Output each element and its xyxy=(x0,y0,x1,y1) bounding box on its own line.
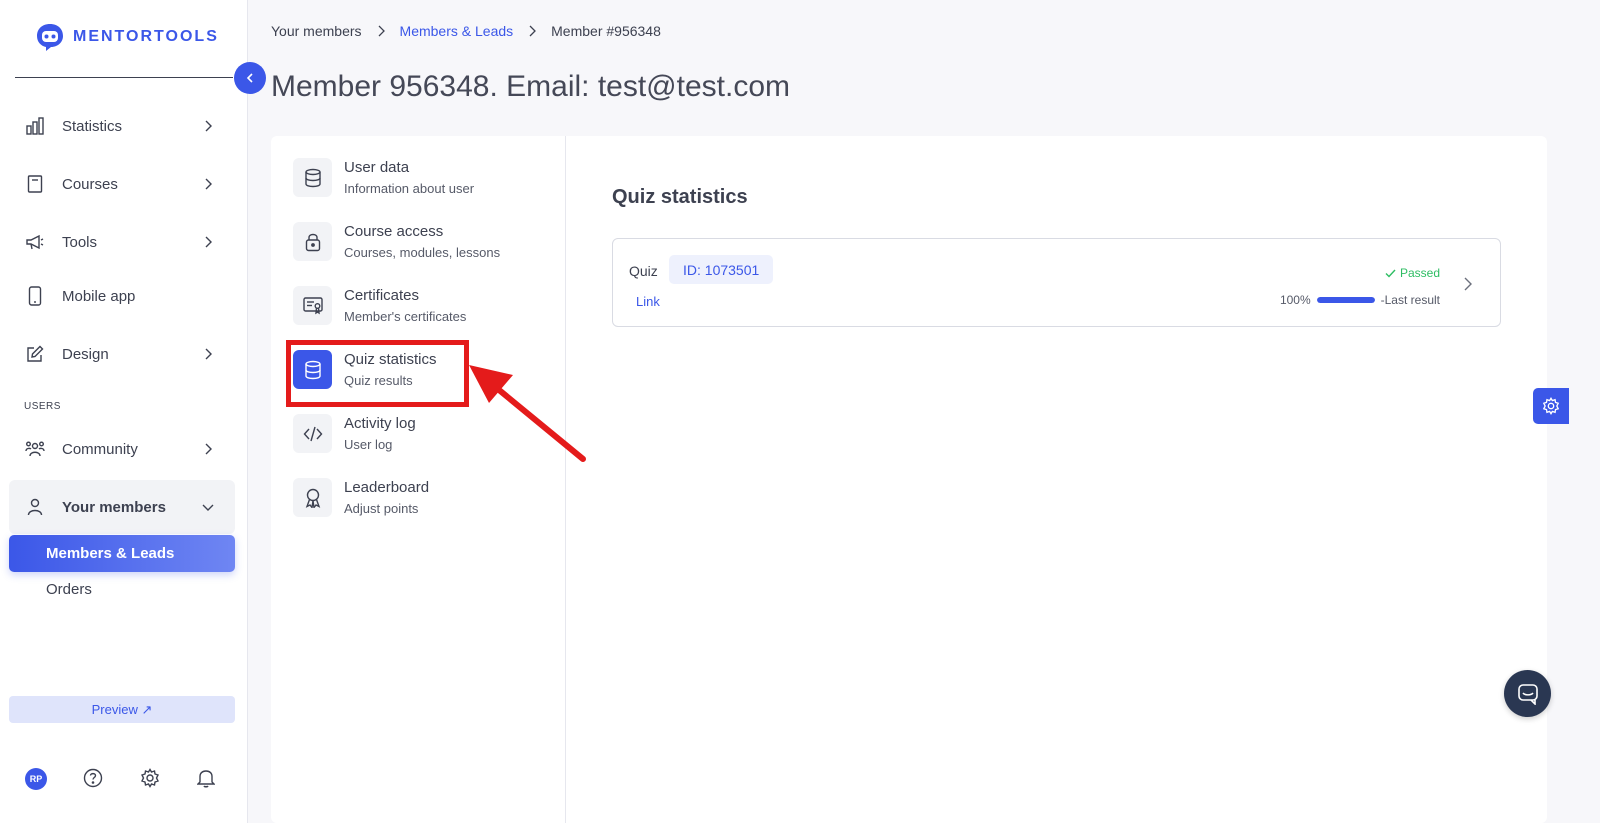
chevron-right-icon xyxy=(205,443,212,455)
chevron-right-icon xyxy=(529,25,537,37)
brand-name: MENTORTOOLS xyxy=(73,28,219,45)
tab-subtitle: Courses, modules, lessons xyxy=(344,245,501,260)
chevron-right-icon xyxy=(205,178,212,190)
sidebar-item-label: Statistics xyxy=(62,117,123,135)
tab-title: Course access xyxy=(344,223,444,240)
card-divider xyxy=(565,136,566,823)
chevron-down-icon xyxy=(202,504,214,511)
gear-icon xyxy=(1542,397,1560,415)
chat-launcher-button[interactable] xyxy=(1504,670,1551,717)
chevron-right-icon xyxy=(205,236,212,248)
bell-icon[interactable] xyxy=(197,768,215,788)
gear-icon[interactable] xyxy=(140,768,160,788)
tab-activity-log[interactable]: Activity log User log xyxy=(293,414,553,464)
sidebar-item-label: Your members xyxy=(62,498,166,516)
tab-subtitle: User log xyxy=(344,437,393,452)
sidebar-item-your-members[interactable]: Your members xyxy=(9,480,235,534)
breadcrumb-members-leads[interactable]: Members & Leads xyxy=(400,23,514,39)
collapse-sidebar-button[interactable] xyxy=(234,62,266,94)
sidebar-item-community[interactable]: Community xyxy=(9,424,235,474)
tab-title: Certificates xyxy=(344,287,420,304)
chevron-right-icon xyxy=(1464,277,1472,291)
user-icon xyxy=(25,497,45,517)
tab-subtitle: Quiz results xyxy=(344,373,413,388)
progress-fill xyxy=(1316,297,1375,303)
certificate-icon xyxy=(293,286,332,325)
quiz-result-row[interactable]: Quiz ID: 1073501 Link Passed 100% -Last … xyxy=(612,238,1501,327)
sidebar-subitem-members-leads[interactable]: Members & Leads xyxy=(9,535,235,572)
sidebar: MENTORTOOLS Statistics Courses Tools Mob… xyxy=(0,0,248,823)
sidebar-subitem-orders[interactable]: Orders xyxy=(9,571,235,608)
tab-title: Leaderboard xyxy=(344,479,430,496)
community-icon xyxy=(25,439,45,459)
sidebar-item-label: Design xyxy=(62,345,109,363)
sidebar-item-design[interactable]: Design xyxy=(9,329,235,379)
help-icon[interactable] xyxy=(83,768,103,788)
section-label-users: USERS xyxy=(24,401,61,412)
quiz-link[interactable]: Link xyxy=(636,294,660,309)
robot-logo-icon xyxy=(37,24,63,51)
chevron-right-icon xyxy=(378,25,385,37)
progress-bar xyxy=(1316,297,1375,303)
sidebar-item-statistics[interactable]: Statistics xyxy=(9,101,235,151)
preview-button[interactable]: Preview ↗ xyxy=(9,696,235,723)
tab-user-data[interactable]: User data Information about user xyxy=(293,158,553,208)
book-icon xyxy=(25,174,45,194)
progress-percent: 100% xyxy=(1279,293,1311,307)
sidebar-item-label: Community xyxy=(62,440,138,458)
megaphone-icon xyxy=(25,232,45,252)
brand-logo[interactable]: MENTORTOOLS xyxy=(35,22,219,52)
tab-title: User data xyxy=(344,159,410,176)
chat-icon xyxy=(1517,683,1538,705)
breadcrumb-current: Member #956348 xyxy=(551,23,661,39)
sidebar-item-mobile-app[interactable]: Mobile app xyxy=(9,271,235,321)
tab-subtitle: Member's certificates xyxy=(344,309,467,324)
chevron-right-icon xyxy=(205,348,212,360)
tab-certificates[interactable]: Certificates Member's certificates xyxy=(293,286,553,336)
sidebar-item-label: Tools xyxy=(62,233,98,251)
sidebar-divider xyxy=(15,77,233,78)
breadcrumb-your-members[interactable]: Your members xyxy=(271,23,362,39)
sidebar-item-tools[interactable]: Tools xyxy=(9,217,235,267)
database-icon xyxy=(293,350,332,389)
database-icon xyxy=(293,158,332,197)
sidebar-item-courses[interactable]: Courses xyxy=(9,159,235,209)
tab-subtitle: Adjust points xyxy=(344,501,419,516)
tab-course-access[interactable]: Course access Courses, modules, lessons xyxy=(293,222,553,272)
pencil-icon xyxy=(25,344,45,364)
sidebar-item-label: Courses xyxy=(62,175,118,193)
quiz-progress: 100% -Last result xyxy=(1280,293,1440,307)
result-label: -Last result xyxy=(1380,293,1440,307)
avatar[interactable]: RP xyxy=(25,768,47,790)
quiz-id-badge: ID: 1073501 xyxy=(669,255,774,284)
breadcrumb: Your members Members & Leads Member #956… xyxy=(271,23,661,39)
quiz-section-title: Quiz statistics xyxy=(612,186,748,208)
status-badge: Passed xyxy=(1385,266,1440,280)
chevron-right-icon xyxy=(205,120,212,132)
page-title: Member 956348. Email: test@test.com xyxy=(271,70,790,103)
tab-subtitle: Information about user xyxy=(344,181,475,196)
bar-chart-icon xyxy=(25,116,45,136)
tab-title: Quiz statistics xyxy=(344,351,437,368)
member-card: User data Information about user Course … xyxy=(271,136,1547,823)
sidebar-item-label: Mobile app xyxy=(62,287,136,305)
settings-tab-button[interactable] xyxy=(1533,388,1569,424)
sidebar-footer: RP xyxy=(25,768,225,790)
check-icon xyxy=(1385,269,1396,278)
tab-quiz-statistics[interactable]: Quiz statistics Quiz results xyxy=(293,350,553,400)
tab-title: Activity log xyxy=(344,415,416,432)
award-icon xyxy=(293,478,332,517)
tab-leaderboard[interactable]: Leaderboard Adjust points xyxy=(293,478,553,528)
lock-icon xyxy=(293,222,332,261)
chevron-left-icon xyxy=(246,73,253,83)
status-text: Passed xyxy=(1399,266,1440,280)
code-icon xyxy=(293,414,332,453)
quiz-label: Quiz xyxy=(629,263,658,279)
phone-icon xyxy=(25,286,45,306)
